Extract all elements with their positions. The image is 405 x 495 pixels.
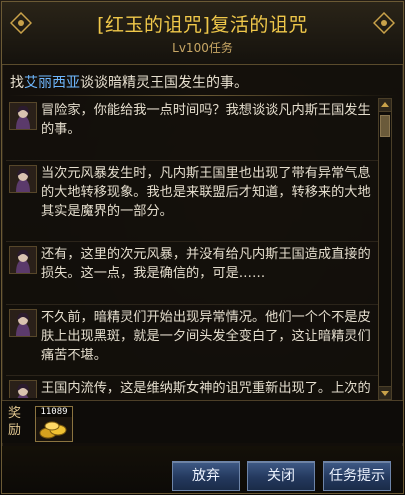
ornament-right-icon — [373, 12, 395, 34]
npc-avatar-icon — [9, 102, 37, 130]
goal-npc-link[interactable]: 艾丽西亚 — [24, 75, 80, 91]
quest-level: Lv100任务 — [172, 41, 233, 55]
quest-goal: 找艾丽西亚谈谈暗精灵王国发生的事。 — [10, 72, 248, 92]
quest-header: [红玉的诅咒]复活的诅咒 Lv100任务 — [2, 2, 403, 65]
quest-title: [红玉的诅咒]复活的诅咒 — [97, 14, 308, 36]
goal-prefix: 找 — [10, 75, 24, 91]
dialogue-text: 还有，这里的次元风暴，并没有给凡内斯王国造成直接的损失。这一点，我是确信的，可是… — [41, 247, 371, 281]
scrollbar-thumb[interactable] — [380, 115, 390, 137]
dialogue-item: 冒险家，你能给我一点时间吗？我想谈谈凡内斯王国发生的事。 — [6, 98, 378, 161]
dialogue-scrollbar[interactable] — [378, 98, 392, 400]
reward-label: 奖励 — [8, 406, 22, 438]
close-button[interactable]: 关闭 — [247, 461, 315, 491]
scroll-up-icon[interactable] — [379, 99, 391, 112]
reward-item-count: 11089 — [36, 407, 72, 417]
divider — [8, 95, 397, 96]
goal-suffix: 谈谈暗精灵王国发生的事。 — [80, 75, 248, 91]
dialogue-item: 当次元风暴发生时，凡内斯王国里也出现了带有异常气息的大地转移现象。我也是来联盟后… — [6, 161, 378, 242]
dialogue-item: 不久前，暗精灵们开始出现异常情况。他们一个个不是皮肤上出现黑斑，就是一夕间头发全… — [6, 305, 378, 376]
dialogue-text: 冒险家，你能给我一点时间吗？我想谈谈凡内斯王国发生的事。 — [41, 103, 371, 137]
abandon-button[interactable]: 放弃 — [172, 461, 240, 491]
scroll-down-icon[interactable] — [379, 386, 391, 399]
reward-gold-item[interactable]: 11089 — [35, 406, 73, 442]
quest-hint-button[interactable]: 任务提示 — [323, 461, 391, 491]
npc-avatar-icon — [9, 380, 37, 398]
quest-dialog: [红玉的诅咒]复活的诅咒 Lv100任务 找艾丽西亚谈谈暗精灵王国发生的事。 冒… — [1, 1, 404, 494]
npc-avatar-icon — [9, 309, 37, 337]
dialogue-list[interactable]: 冒险家，你能给我一点时间吗？我想谈谈凡内斯王国发生的事。 当次元风暴发生时，凡内… — [6, 98, 378, 398]
npc-avatar-icon — [9, 246, 37, 274]
dialogue-item: 王国内流传，这是维纳斯女神的诅咒重新出现了。上次的传染病已经让王国失去了很多百姓… — [6, 376, 378, 398]
dialogue-text: 不久前，暗精灵们开始出现异常情况。他们一个个不是皮肤上出现黑斑，就是一夕间头发全… — [41, 310, 371, 363]
dialogue-text: 当次元风暴发生时，凡内斯王国里也出现了带有异常气息的大地转移现象。我也是来联盟后… — [41, 166, 371, 219]
dialogue-text: 王国内流传，这是维纳斯女神的诅咒重新出现了。上次的传染病已经让王国失去了很多百姓… — [41, 381, 371, 396]
npc-avatar-icon — [9, 165, 37, 193]
dialogue-item: 还有，这里的次元风暴，并没有给凡内斯王国造成直接的损失。这一点，我是确信的，可是… — [6, 242, 378, 305]
gold-coins-icon — [39, 421, 67, 439]
